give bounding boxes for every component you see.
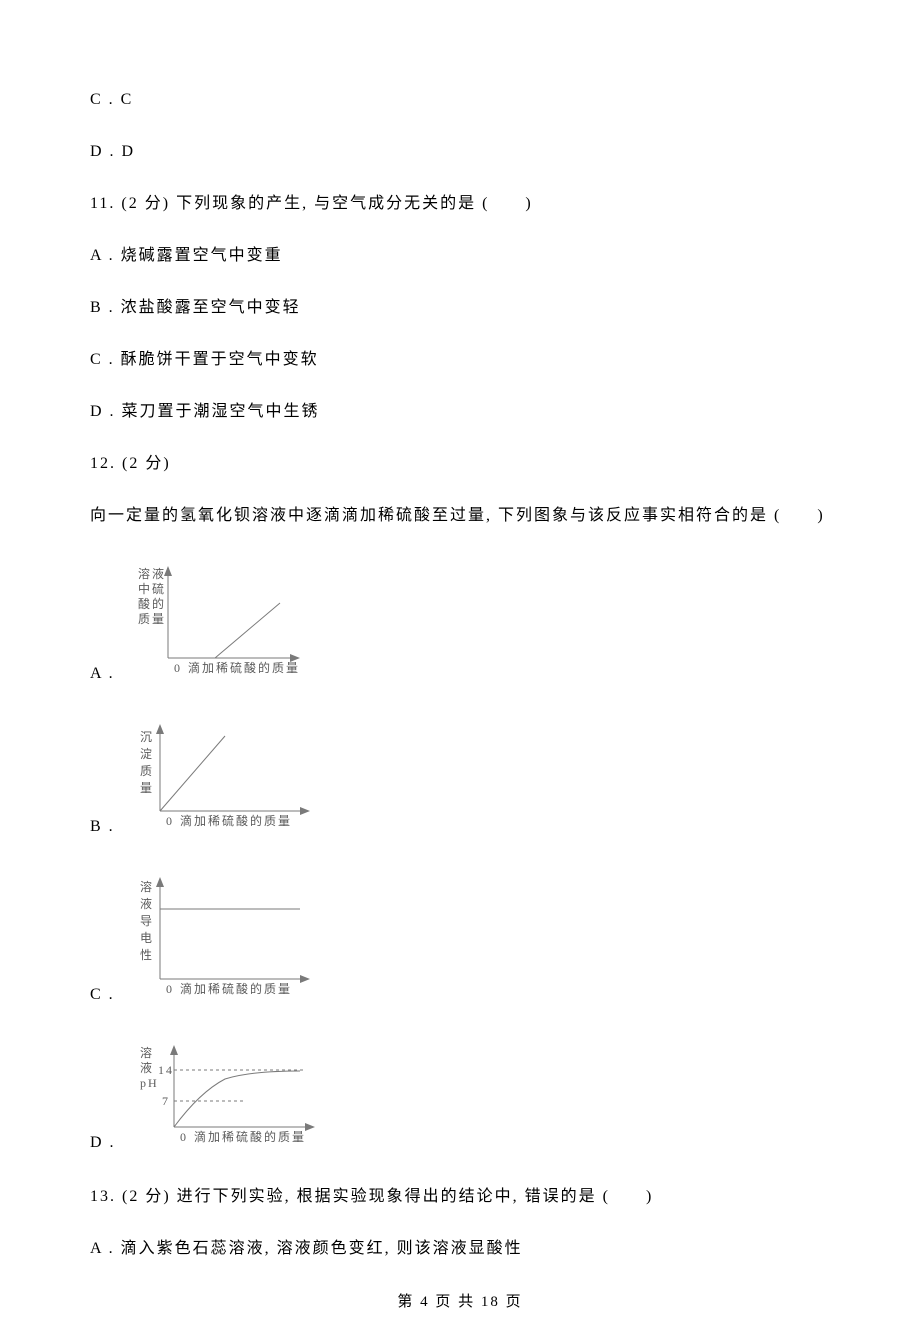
q12-chart-b: 沉 淀 质 量 0 滴加稀硫酸的质量 <box>130 716 320 839</box>
chart-d-tick-7: 7 <box>162 1094 170 1108</box>
q11-option-b: B . 浓盐酸露至空气中变轻 <box>90 296 830 320</box>
chart-c-ylabel-4: 电 <box>140 931 154 945</box>
chart-a-ylabel-2: 中硫 <box>138 581 166 596</box>
chart-b-ylabel-3: 质 <box>140 764 154 778</box>
chart-a-svg: 溶液 中硫 酸的 质量 0 滴加稀硫酸的质量 <box>130 558 310 678</box>
q11-option-d: D . 菜刀置于潮湿空气中生锈 <box>90 400 830 424</box>
chart-c-svg: 溶 液 导 电 性 0 滴加稀硫酸的质量 <box>130 869 320 999</box>
chart-b-ylabel-4: 量 <box>140 781 154 795</box>
chart-d-ylabel-2: 液 <box>140 1060 154 1075</box>
chart-a-ylabel-1: 溶液 <box>138 566 166 581</box>
q12-option-b-row: B . 沉 淀 质 量 0 滴加稀硫酸的质量 <box>90 716 830 839</box>
chart-c-xlabel: 滴加稀硫酸的质量 <box>180 981 292 996</box>
q12-option-a-label: A . <box>90 662 130 686</box>
q12-option-c-row: C . 溶 液 导 电 性 0 滴加稀硫酸的质量 <box>90 869 830 1007</box>
page-footer: 第 4 页 共 18 页 <box>90 1291 830 1314</box>
chart-b-zero: 0 <box>166 814 174 828</box>
chart-c-zero: 0 <box>166 982 174 996</box>
chart-a-ylabel-3: 酸的 <box>138 596 166 611</box>
chart-d-xlabel: 滴加稀硫酸的质量 <box>194 1129 306 1144</box>
q12-option-d-label: D . <box>90 1131 130 1155</box>
q12-chart-a: 溶液 中硫 酸的 质量 0 滴加稀硫酸的质量 <box>130 558 310 686</box>
q11-option-a: A . 烧碱露置空气中变重 <box>90 244 830 268</box>
chart-d-ylabel-3: pH <box>140 1076 159 1090</box>
chart-c-ylabel-2: 液 <box>140 896 154 911</box>
chart-c-ylabel-1: 溶 <box>140 879 154 894</box>
chart-b-ylabel-1: 沉 <box>140 730 154 744</box>
q12-option-a-row: A . 溶液 中硫 酸的 质量 0 滴加稀硫酸的质量 <box>90 558 830 686</box>
q13-stem: 13. (2 分) 进行下列实验, 根据实验现象得出的结论中, 错误的是 ( ) <box>90 1185 830 1209</box>
q13-option-a: A . 滴入紫色石蕊溶液, 溶液颜色变红, 则该溶液显酸性 <box>90 1237 830 1261</box>
chart-c-ylabel-5: 性 <box>140 948 154 962</box>
chart-a-ylabel-4: 质量 <box>138 612 166 626</box>
q12-option-c-label: C . <box>90 983 130 1007</box>
chart-c-ylabel-3: 导 <box>140 914 154 928</box>
prev-option-c: C . C <box>90 88 830 112</box>
q12-chart-d: 溶 液 pH 14 7 0 滴加稀硫酸的质量 <box>130 1037 330 1155</box>
q12-option-b-label: B . <box>90 815 130 839</box>
page-content: C . C D . D 11. (2 分) 下列现象的产生, 与空气成分无关的是… <box>0 0 920 1344</box>
chart-b-ylabel-2: 淀 <box>140 747 154 761</box>
q12-number: 12. (2 分) <box>90 452 830 476</box>
chart-d-tick-14: 14 <box>158 1063 174 1077</box>
chart-b-xlabel: 滴加稀硫酸的质量 <box>180 813 292 828</box>
chart-a-zero: 0 <box>174 661 182 675</box>
chart-d-zero: 0 <box>180 1130 188 1144</box>
prev-option-d: D . D <box>90 140 830 164</box>
chart-a-xlabel: 滴加稀硫酸的质量 <box>188 660 300 675</box>
chart-d-svg: 溶 液 pH 14 7 0 滴加稀硫酸的质量 <box>130 1037 330 1147</box>
q12-option-d-row: D . 溶 液 pH 14 7 0 滴加稀硫酸的质量 <box>90 1037 830 1155</box>
q11-stem: 11. (2 分) 下列现象的产生, 与空气成分无关的是 ( ) <box>90 192 830 216</box>
chart-d-ylabel-1: 溶 <box>140 1045 154 1060</box>
q12-chart-c: 溶 液 导 电 性 0 滴加稀硫酸的质量 <box>130 869 320 1007</box>
q11-option-c: C . 酥脆饼干置于空气中变软 <box>90 348 830 372</box>
q12-stem: 向一定量的氢氧化钡溶液中逐滴滴加稀硫酸至过量, 下列图象与该反应事实相符合的是 … <box>90 504 830 528</box>
chart-b-svg: 沉 淀 质 量 0 滴加稀硫酸的质量 <box>130 716 320 831</box>
